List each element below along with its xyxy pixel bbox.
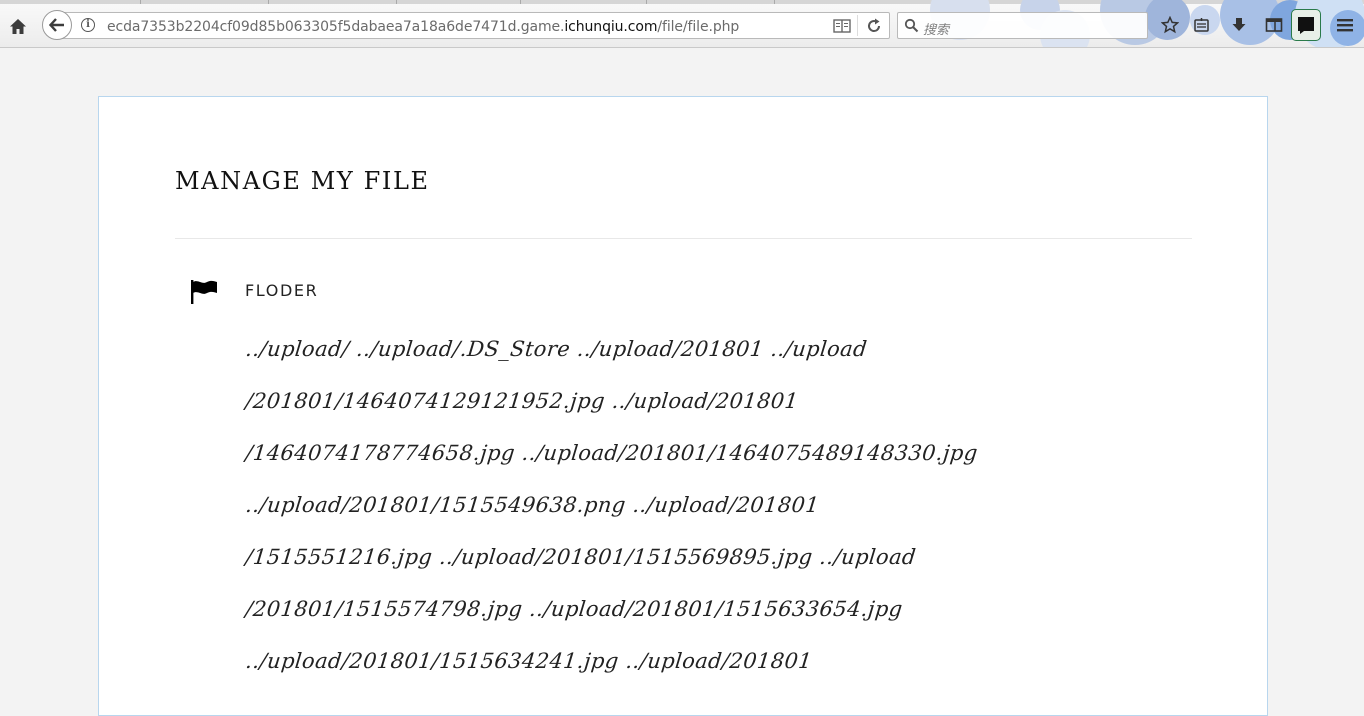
file-list-line: ../upload/201801/1515549638.png ../uploa…	[244, 493, 821, 517]
downloads-button[interactable]	[1229, 15, 1249, 35]
file-list-line: /1464074178774658.jpg ../upload/201801/1…	[244, 441, 979, 465]
page-title: MANAGE MY FILE	[175, 167, 430, 195]
file-list-line: /1515551216.jpg ../upload/201801/1515569…	[244, 545, 918, 569]
search-icon	[904, 18, 919, 33]
browser-toolbar: i ecda7353b2204cf09d85b063305f5dabaea7a1…	[0, 0, 1364, 48]
search-placeholder: 搜索	[923, 22, 950, 37]
reader-view-icon[interactable]	[833, 18, 851, 34]
file-manager-card: MANAGE MY FILE FLODER ../upload/ ../uplo…	[98, 96, 1268, 716]
url-prefix: ecda7353b2204cf09d85b063305f5dabaea7a18a…	[107, 19, 565, 35]
file-list: ../upload/ ../upload/.DS_Store ../upload…	[244, 329, 979, 693]
site-info-icon[interactable]: i	[81, 18, 95, 32]
bookmark-star-button[interactable]	[1160, 15, 1180, 35]
back-button[interactable]	[42, 10, 72, 40]
sidebar-icon	[1265, 18, 1283, 32]
star-icon	[1161, 16, 1179, 34]
section-label-folder: FLODER	[245, 281, 319, 300]
download-arrow-icon	[1232, 18, 1246, 31]
file-list-line: /201801/1515574798.jpg ../upload/201801/…	[244, 597, 904, 621]
extension-square-icon	[1298, 17, 1314, 34]
file-list-line: ../upload/201801/1515634241.jpg ../uploa…	[244, 649, 814, 673]
search-bar[interactable]: 搜索	[897, 12, 1148, 39]
flag-icon	[191, 280, 217, 304]
home-button[interactable]	[6, 14, 30, 38]
bookmarks-list-icon	[1193, 17, 1209, 32]
title-divider	[175, 238, 1192, 239]
file-list-line: /201801/1464074129121952.jpg ../upload/2…	[244, 389, 800, 413]
address-bar[interactable]: i ecda7353b2204cf09d85b063305f5dabaea7a1…	[60, 12, 890, 39]
home-icon	[10, 18, 26, 34]
url-path: /file/file.php	[657, 19, 740, 35]
back-arrow-icon	[49, 18, 64, 32]
bookmarks-list-button[interactable]	[1191, 15, 1211, 35]
reload-icon[interactable]	[866, 17, 882, 35]
urlbar-separator	[857, 15, 858, 36]
sidebar-toggle-button[interactable]	[1264, 15, 1284, 35]
menu-button[interactable]	[1335, 15, 1355, 35]
file-list-line: ../upload/ ../upload/.DS_Store ../upload…	[244, 337, 869, 361]
hamburger-menu-icon	[1337, 19, 1353, 32]
extension-button[interactable]	[1291, 9, 1321, 41]
url-text[interactable]: ecda7353b2204cf09d85b063305f5dabaea7a18a…	[107, 19, 739, 35]
url-host: ichunqiu.com	[564, 19, 658, 35]
